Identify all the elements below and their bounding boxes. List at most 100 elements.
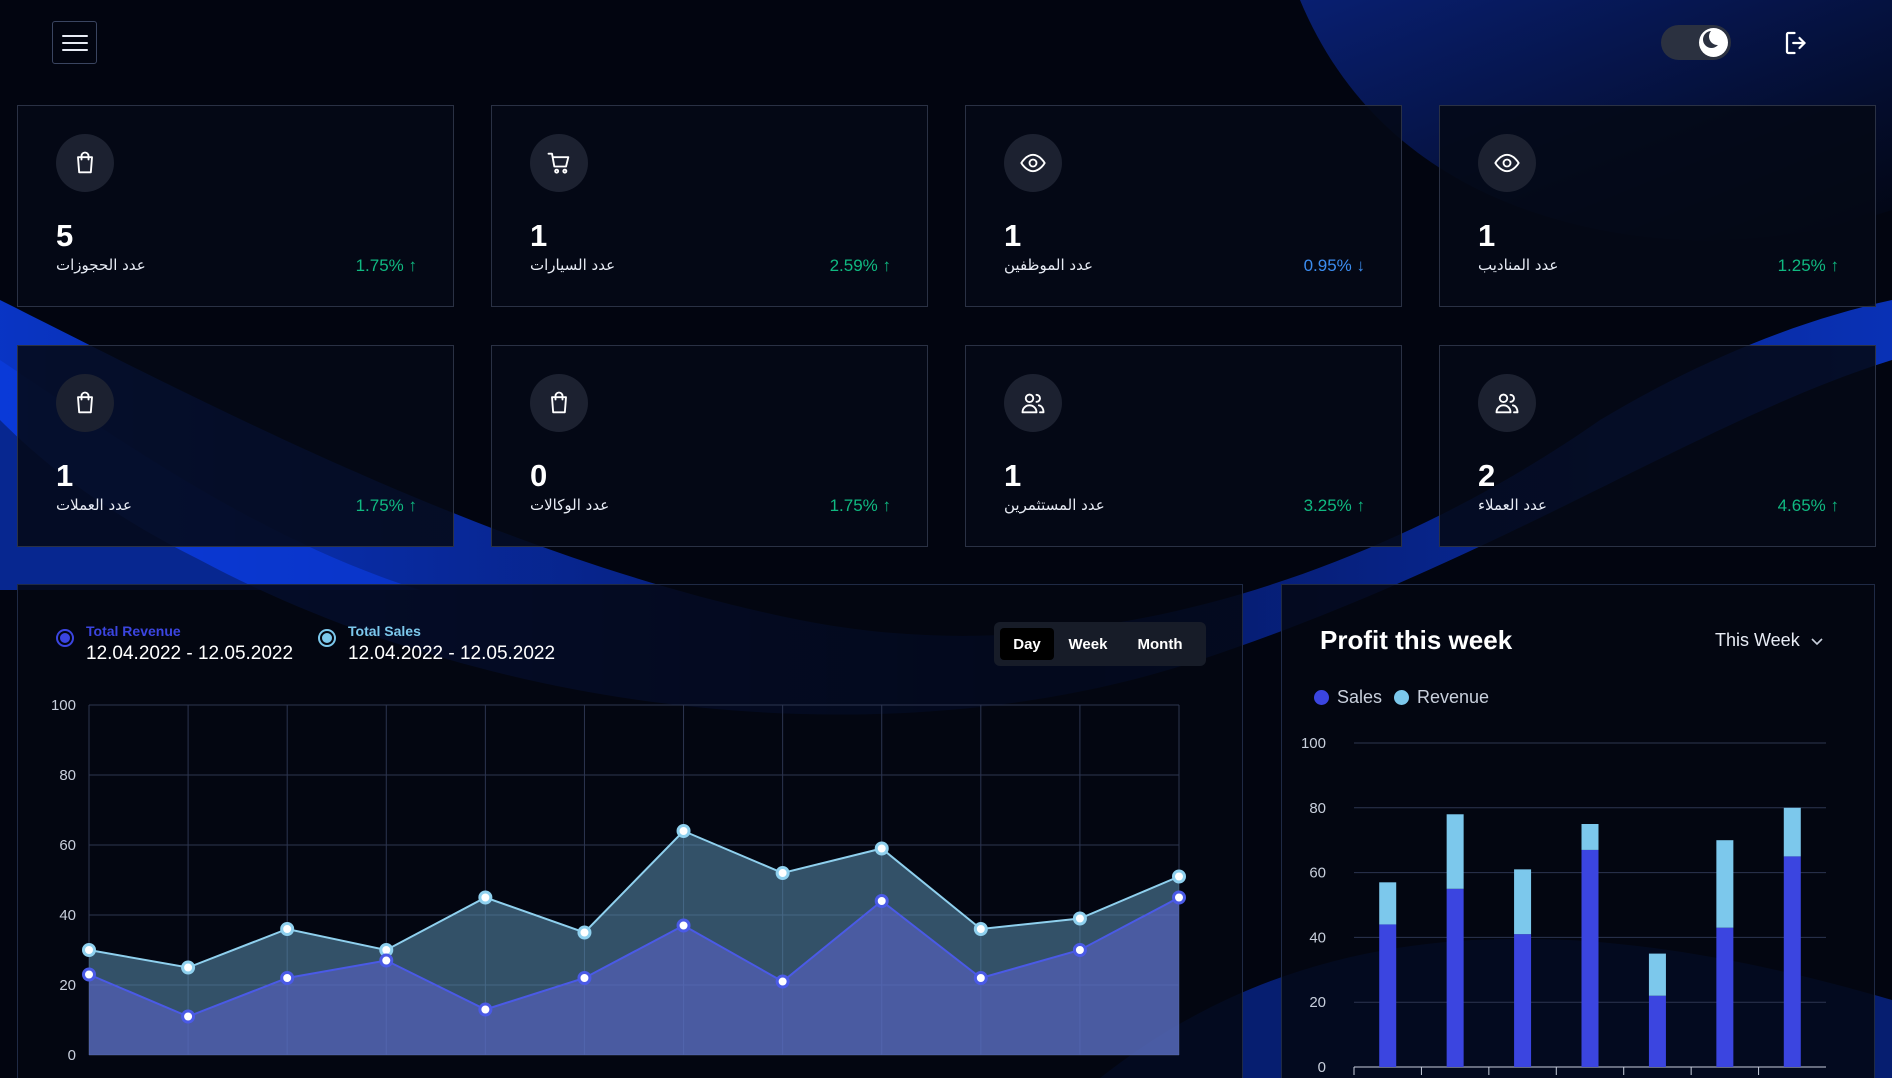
stat-change-value: 0.95% bbox=[1303, 256, 1352, 275]
stat-label: عدد الوكالات bbox=[530, 496, 610, 514]
y-tick-label: 80 bbox=[59, 767, 76, 784]
data-point bbox=[1172, 869, 1186, 884]
stat-change-value: 1.25% bbox=[1777, 256, 1826, 275]
arrow-down-icon: ↓ bbox=[1356, 256, 1366, 275]
stat-change-value: 2.59% bbox=[829, 256, 878, 275]
data-point bbox=[82, 967, 96, 982]
profit-panel: Profit this week This Week Sales Revenue… bbox=[1281, 584, 1875, 1078]
stat-value: 0 bbox=[530, 458, 548, 493]
data-point bbox=[1172, 890, 1186, 905]
revenue-area-chart: 0 20 40 60 80 100 bbox=[51, 697, 1186, 1064]
logout-icon[interactable] bbox=[1782, 28, 1812, 58]
arrow-up-icon: ↑ bbox=[1356, 496, 1366, 515]
revenue-bar bbox=[1648, 953, 1666, 996]
revenue-chart-panel: Total Revenue 12.04.2022 - 12.05.2022 To… bbox=[17, 584, 1243, 1078]
stat-card[interactable]: 0 عدد الوكالات 1.75% ↑ bbox=[491, 345, 928, 547]
y-tick-label: 60 bbox=[1309, 865, 1326, 882]
arrow-up-icon: ↑ bbox=[408, 496, 418, 515]
stat-value: 1 bbox=[530, 218, 548, 253]
stat-value: 1 bbox=[1004, 458, 1022, 493]
stat-label: عدد العملاء bbox=[1478, 496, 1547, 514]
y-tick-label: 0 bbox=[68, 1047, 76, 1064]
stat-card[interactable]: 1 عدد العملات 1.75% ↑ bbox=[17, 345, 454, 547]
revenue-bar bbox=[1379, 882, 1397, 925]
data-point bbox=[82, 943, 96, 957]
data-point bbox=[577, 925, 592, 940]
revenue-bar bbox=[1716, 840, 1734, 928]
sales-bar bbox=[1648, 995, 1666, 1067]
data-point bbox=[478, 1002, 493, 1017]
stat-change: 4.65% ↑ bbox=[1778, 496, 1839, 516]
shopping-bag-icon bbox=[56, 374, 114, 432]
stat-card[interactable]: 1 عدد الموظفين 0.95% ↓ bbox=[965, 105, 1402, 307]
revenue-bar bbox=[1446, 814, 1464, 889]
data-point bbox=[676, 824, 691, 838]
stat-card[interactable]: 5 عدد الحجوزات 1.75% ↑ bbox=[17, 105, 454, 307]
stat-change-value: 1.75% bbox=[355, 496, 404, 515]
menu-line bbox=[61, 48, 88, 51]
data-point bbox=[874, 894, 889, 908]
data-point bbox=[478, 890, 493, 905]
y-tick-label: 20 bbox=[59, 977, 76, 994]
stat-change: 1.75% ↑ bbox=[830, 496, 891, 516]
stat-card[interactable]: 2 عدد العملاء 4.65% ↑ bbox=[1439, 345, 1876, 547]
sales-bar bbox=[1783, 856, 1801, 1067]
stat-label: عدد العملات bbox=[56, 496, 132, 514]
data-point bbox=[676, 918, 691, 933]
users-icon bbox=[1004, 374, 1062, 432]
stat-change: 1.75% ↑ bbox=[356, 496, 417, 516]
stat-card[interactable]: 1 عدد المستثمرين 3.25% ↑ bbox=[965, 345, 1402, 547]
data-point bbox=[181, 960, 196, 975]
eye-icon bbox=[1478, 134, 1536, 192]
shopping-cart-icon bbox=[530, 134, 588, 192]
sales-bar bbox=[1581, 849, 1599, 1067]
stat-change: 0.95% ↓ bbox=[1304, 256, 1365, 276]
y-tick-label: 40 bbox=[59, 907, 76, 924]
data-point bbox=[973, 971, 988, 985]
shopping-bag-icon bbox=[56, 134, 114, 192]
stat-change: 1.75% ↑ bbox=[356, 256, 417, 276]
stat-label: عدد المناديب bbox=[1478, 256, 1559, 274]
y-tick-label: 60 bbox=[59, 837, 76, 854]
y-tick-label: 0 bbox=[1318, 1059, 1326, 1076]
data-point bbox=[874, 841, 889, 856]
stat-card[interactable]: 1 عدد السيارات 2.59% ↑ bbox=[491, 105, 928, 307]
y-tick-label: 100 bbox=[51, 697, 76, 714]
stat-label: عدد الموظفين bbox=[1004, 256, 1093, 274]
data-point bbox=[379, 953, 394, 968]
users-icon bbox=[1478, 374, 1536, 432]
shopping-bag-icon bbox=[530, 374, 588, 432]
y-tick-label: 20 bbox=[1309, 994, 1326, 1011]
y-tick-label: 100 bbox=[1301, 735, 1326, 752]
menu-line bbox=[61, 41, 88, 44]
stat-value: 5 bbox=[56, 218, 74, 253]
arrow-up-icon: ↑ bbox=[882, 496, 892, 515]
data-point bbox=[775, 866, 790, 880]
arrow-up-icon: ↑ bbox=[882, 256, 892, 275]
stat-change: 3.25% ↑ bbox=[1304, 496, 1365, 516]
stat-change-value: 1.75% bbox=[829, 496, 878, 515]
stat-value: 1 bbox=[1004, 218, 1022, 253]
sales-bar bbox=[1379, 924, 1397, 1067]
eye-icon bbox=[1004, 134, 1062, 192]
data-point bbox=[973, 922, 988, 936]
stat-value: 1 bbox=[1478, 218, 1496, 253]
stat-value: 2 bbox=[1478, 458, 1496, 493]
stat-card[interactable]: 1 عدد المناديب 1.25% ↑ bbox=[1439, 105, 1876, 307]
menu-button[interactable] bbox=[52, 21, 97, 64]
stat-change: 1.25% ↑ bbox=[1778, 256, 1839, 276]
profit-bar-chart: 0 20 40 60 80 100 bbox=[1301, 735, 1826, 1076]
data-point bbox=[280, 922, 295, 936]
sales-bar bbox=[1716, 927, 1734, 1067]
revenue-bar bbox=[1514, 869, 1532, 935]
menu-line bbox=[61, 34, 88, 37]
theme-toggle[interactable] bbox=[1661, 25, 1731, 60]
stat-value: 1 bbox=[56, 458, 74, 493]
stat-label: عدد السيارات bbox=[530, 256, 616, 274]
stat-change: 2.59% ↑ bbox=[830, 256, 891, 276]
sales-bar bbox=[1514, 934, 1532, 1067]
data-point bbox=[775, 974, 790, 989]
stat-change-value: 1.75% bbox=[355, 256, 404, 275]
y-tick-label: 80 bbox=[1309, 800, 1326, 817]
data-point bbox=[577, 971, 592, 985]
